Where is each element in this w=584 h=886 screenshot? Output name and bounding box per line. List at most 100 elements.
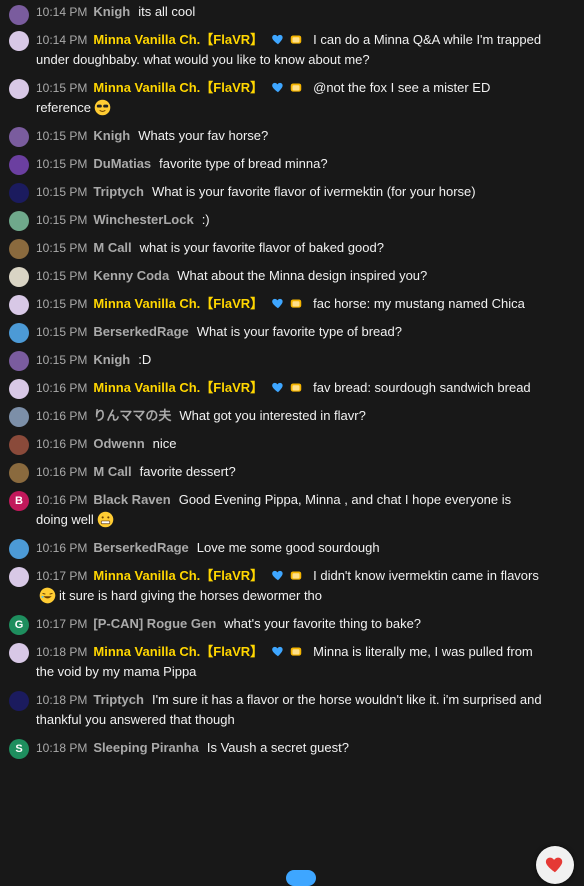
chat-message[interactable]: 10:15 PM BerserkedRage What is your favori… [0,318,584,346]
avatar[interactable] [9,79,29,99]
message-timestamp: 10:17 PM [36,617,88,631]
avatar[interactable] [9,463,29,483]
grimace-emoji-icon [97,511,114,528]
avatar[interactable] [9,407,29,427]
author-name[interactable]: Knigh [93,352,130,367]
avatar[interactable] [9,323,29,343]
avatar[interactable] [9,539,29,559]
message-text: What got you interested in flavr? [179,408,366,423]
heart-reaction-icon [544,853,566,878]
scroll-indicator[interactable] [286,870,316,886]
message-text: favorite dessert? [139,464,236,479]
author-name[interactable]: WinchesterLock [93,212,193,227]
author-name[interactable]: Odwenn [93,436,144,451]
avatar[interactable] [9,643,29,663]
message-timestamp: 10:15 PM [36,81,88,95]
chat-message[interactable]: 10:15 PM Knigh Whats your fav horse? [0,122,584,150]
chat-message[interactable]: 10:18 PM Minna Vanilla Ch.【FlaVR】 Minna is… [0,638,584,686]
avatar[interactable] [9,379,29,399]
chat-message[interactable]: 10:15 PM DuMatias favorite type of bread m… [0,150,584,178]
author-name[interactable]: Minna Vanilla Ch.【FlaVR】 [93,380,263,395]
chat-message[interactable]: 10:16 PM Minna Vanilla Ch.【FlaVR】 fav brea… [0,374,584,402]
sunglasses-emoji-icon [94,99,111,116]
message-text: what is your favorite flavor of baked go… [139,240,384,255]
avatar[interactable]: B [9,491,29,511]
message-text: :D [138,352,152,367]
author-name[interactable]: M Call [93,240,131,255]
author-name[interactable]: Minna Vanilla Ch.【FlaVR】 [93,644,263,659]
chat-message[interactable]: 10:17 PM Minna Vanilla Ch.【FlaVR】 I didn't… [0,562,584,610]
avatar[interactable]: S [9,739,29,759]
author-name[interactable]: Minna Vanilla Ch.【FlaVR】 [93,80,263,95]
avatar[interactable] [9,183,29,203]
message-text: I didn't know ivermektin came in flavors [313,568,539,583]
author-name[interactable]: Black Raven [93,492,170,507]
chat-message[interactable]: 10:16 PM M Call favorite dessert? [0,458,584,486]
author-name[interactable]: [P-CAN] Rogue Gen [93,616,216,631]
author-name[interactable]: Kenny Coda [93,268,169,283]
message-timestamp: 10:14 PM [36,5,88,19]
avatar[interactable] [9,31,29,51]
author-name[interactable]: BerserkedRage [93,540,188,555]
message-text: What is your favorite flavor of ivermekt… [151,184,476,199]
chat-message[interactable]: S 10:18 PM Sleeping Piranha Is Vaush a secr… [0,734,584,762]
live-chat-list[interactable]: 10:14 PM Knigh its all cool 10:14 PM Minna V… [0,0,584,876]
message-timestamp: 10:16 PM [36,493,88,507]
message-text: its all cool [138,4,196,19]
reaction-button[interactable] [536,846,574,884]
author-name[interactable]: Sleeping Piranha [93,740,198,755]
chat-message[interactable]: 10:14 PM Knigh its all cool [0,0,584,26]
message-timestamp: 10:15 PM [36,241,88,255]
message-timestamp: 10:16 PM [36,409,88,423]
message-timestamp: 10:15 PM [36,325,88,339]
author-name[interactable]: Minna Vanilla Ch.【FlaVR】 [93,296,263,311]
chat-message[interactable]: G 10:17 PM [P-CAN] Rogue Gen what's your fa… [0,610,584,638]
author-name[interactable]: Minna Vanilla Ch.【FlaVR】 [93,568,263,583]
chat-message[interactable]: 10:18 PM Triptych I'm sure it has a flavor… [0,686,584,734]
chat-message[interactable]: 10:15 PM Minna Vanilla Ch.【FlaVR】 @not the… [0,74,584,122]
avatar[interactable] [9,127,29,147]
message-timestamp: 10:14 PM [36,33,88,47]
chat-message[interactable]: 10:15 PM Triptych What is your favorite fl… [0,178,584,206]
bread-icon [289,644,303,658]
avatar[interactable] [9,435,29,455]
message-timestamp: 10:15 PM [36,269,88,283]
avatar[interactable]: G [9,615,29,635]
avatar[interactable] [9,351,29,371]
avatar[interactable] [9,211,29,231]
author-name[interactable]: Triptych [93,184,144,199]
chat-message[interactable]: 10:15 PM WinchesterLock:) [0,206,584,234]
chat-message[interactable]: 10:16 PM BerserkedRage Love me some good s… [0,534,584,562]
message-timestamp: 10:16 PM [36,381,88,395]
message-text: Love me some good sourdough [196,540,380,555]
chat-message[interactable]: 10:15 PM Kenny Coda What about the Minna d… [0,262,584,290]
avatar[interactable] [9,267,29,287]
author-name[interactable]: Knigh [93,128,130,143]
author-name[interactable]: DuMatias [93,156,151,171]
author-name[interactable]: Knigh [93,4,130,19]
chat-message[interactable]: 10:14 PM Minna Vanilla Ch.【FlaVR】 I can do… [0,26,584,74]
message-timestamp: 10:16 PM [36,465,88,479]
chat-message[interactable]: 10:16 PM りんママの夫 What got you interested in… [0,402,584,430]
avatar[interactable] [9,5,29,25]
message-timestamp: 10:18 PM [36,693,88,707]
chat-message[interactable]: 10:15 PM Knigh:D [0,346,584,374]
chat-message[interactable]: 10:15 PM M Call what is your favorite flav… [0,234,584,262]
message-timestamp: 10:16 PM [36,437,88,451]
author-name[interactable]: BerserkedRage [93,324,188,339]
chat-message[interactable]: 10:16 PM Odwenn nice [0,430,584,458]
avatar[interactable] [9,239,29,259]
author-name[interactable]: Minna Vanilla Ch.【FlaVR】 [93,32,263,47]
bread-icon [289,568,303,582]
avatar[interactable] [9,295,29,315]
avatar[interactable] [9,155,29,175]
author-name[interactable]: Triptych [93,692,144,707]
message-text: fac horse: my mustang named Chica [313,296,525,311]
chat-message[interactable]: B 10:16 PM Black Raven Good Evening Pippa, … [0,486,584,534]
message-timestamp: 10:18 PM [36,645,88,659]
author-name[interactable]: りんママの夫 [93,408,171,423]
chat-message[interactable]: 10:15 PM Minna Vanilla Ch.【FlaVR】 fac hors… [0,290,584,318]
avatar[interactable] [9,691,29,711]
avatar[interactable] [9,567,29,587]
author-name[interactable]: M Call [93,464,131,479]
